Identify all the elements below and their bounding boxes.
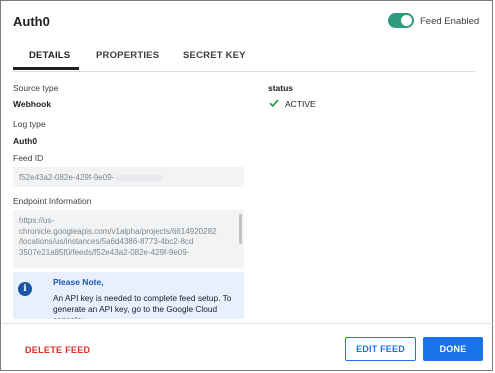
status-value: ACTIVE <box>285 99 316 109</box>
dialog-title: Auth0 <box>13 14 50 29</box>
source-type-label: Source type <box>13 83 59 93</box>
status-label: status <box>268 83 294 93</box>
log-type-label: Log type <box>13 119 46 129</box>
endpoint-url-text: https://us- chronicle.googleapis.com/v1a… <box>19 216 217 257</box>
active-tab-indicator <box>13 67 79 70</box>
feed-id-label: Feed ID <box>13 153 44 163</box>
endpoint-information-label: Endpoint Information <box>13 196 92 206</box>
feed-id-value: f52e43a2-082e-429f-9e09- <box>19 173 115 182</box>
api-key-note: i Please Note, An API key is needed to c… <box>13 272 244 319</box>
redacted-text <box>115 174 164 181</box>
toggle-knob <box>401 15 412 26</box>
edit-feed-button[interactable]: EDIT FEED <box>345 337 416 361</box>
tab-secret-key[interactable]: SECRET KEY <box>183 50 246 61</box>
source-type-value: Webhook <box>13 99 52 109</box>
delete-feed-button[interactable]: DELETE FEED <box>25 345 90 355</box>
tab-properties[interactable]: PROPERTIES <box>96 50 159 61</box>
log-type-value: Auth0 <box>13 136 38 146</box>
tab-details[interactable]: DETAILS <box>29 50 70 61</box>
feed-details-dialog: Auth0 Feed Enabled DETAILS PROPERTIES SE… <box>0 0 493 371</box>
footer-divider <box>2 323 493 324</box>
feed-id-field[interactable]: f52e43a2-082e-429f-9e09- <box>13 167 244 187</box>
tab-bar: DETAILS PROPERTIES SECRET KEY <box>13 37 475 72</box>
info-icon: i <box>18 282 32 296</box>
feed-enabled-toggle[interactable] <box>388 13 414 28</box>
done-button[interactable]: DONE <box>423 337 483 361</box>
endpoint-scrollbar[interactable] <box>239 214 242 244</box>
feed-enabled-label: Feed Enabled <box>420 16 480 27</box>
note-title: Please Note, <box>53 277 104 287</box>
note-body: An API key is needed to complete feed se… <box>53 293 232 319</box>
endpoint-information-field[interactable]: https://us- chronicle.googleapis.com/v1a… <box>13 210 244 268</box>
check-icon <box>269 99 279 108</box>
